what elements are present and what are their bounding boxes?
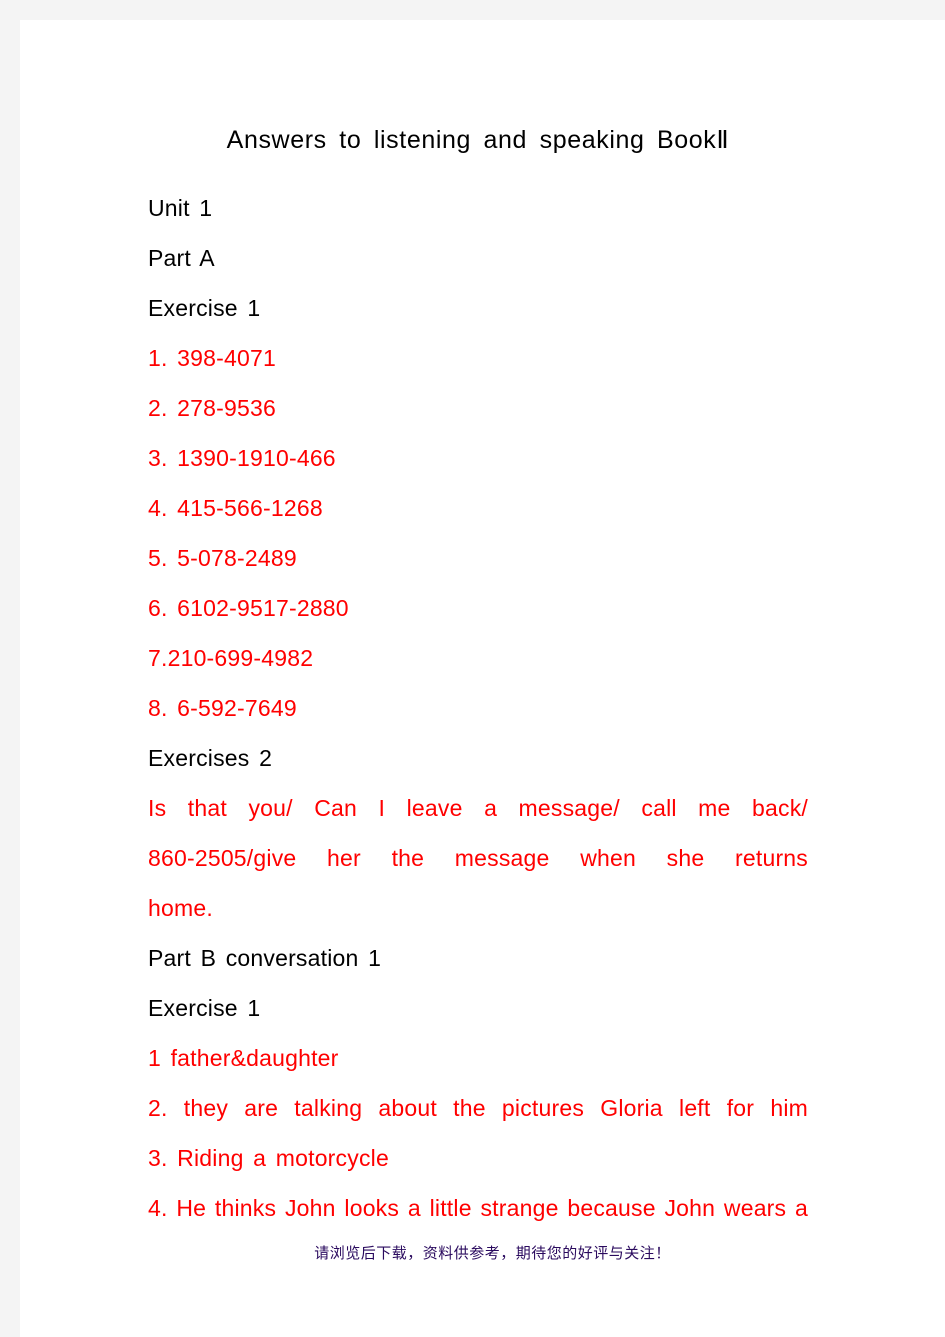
document-title: Answers to listening and speaking BookⅡ xyxy=(226,126,730,154)
answer-item: 4. 415-566-1268 xyxy=(148,495,323,521)
answer-item: 3. 1390-1910-466 xyxy=(148,445,336,471)
answer-paragraph-line: 860-2505/give her the message when she r… xyxy=(148,845,808,871)
answer-item-4-paragraph: 4. He thinks John looks a little strange… xyxy=(148,1183,808,1233)
exercises-2-answer-paragraph: Is that you/ Can I leave a message/ call… xyxy=(148,783,808,933)
heading-part-a: Part A xyxy=(148,245,215,271)
heading-exercises-2: Exercises 2 xyxy=(148,745,273,771)
answer-item: 8. 6-592-7649 xyxy=(148,695,297,721)
answer-item: 4. He thinks John looks a little strange… xyxy=(148,1195,808,1221)
answer-paragraph-line: Is that you/ Can I leave a message/ call… xyxy=(148,795,808,821)
answer-item: 6. 6102-9517-2880 xyxy=(148,595,349,621)
answer-item: 3. Riding a motorcycle xyxy=(148,1145,389,1171)
answer-item: 1 father&daughter xyxy=(148,1045,339,1071)
footer-notice: 请浏览后下载，资料供参考，期待您的好评与关注！ xyxy=(314,1244,671,1262)
answer-paragraph-line: home. xyxy=(148,895,213,921)
answer-item: 2. they are talking about the pictures G… xyxy=(148,1095,808,1121)
scan-edge-left xyxy=(0,0,20,1337)
answer-item: 7.210-699-4982 xyxy=(148,645,314,671)
heading-exercise-1: Exercise 1 xyxy=(148,295,261,321)
answer-item: 1. 398-4071 xyxy=(148,345,276,371)
heading-exercise-1-b: Exercise 1 xyxy=(148,995,261,1021)
answer-item-2-paragraph: 2. they are talking about the pictures G… xyxy=(148,1083,808,1133)
document-page: Answers to listening and speaking BookⅡ … xyxy=(20,20,945,1337)
heading-unit: Unit 1 xyxy=(148,195,213,221)
document-content: Answers to listening and speaking BookⅡ … xyxy=(148,125,808,1233)
heading-part-b: Part B conversation 1 xyxy=(148,945,382,971)
answer-item: 5. 5-078-2489 xyxy=(148,545,297,571)
answer-item: 2. 278-9536 xyxy=(148,395,276,421)
scan-edge-top xyxy=(0,0,945,20)
